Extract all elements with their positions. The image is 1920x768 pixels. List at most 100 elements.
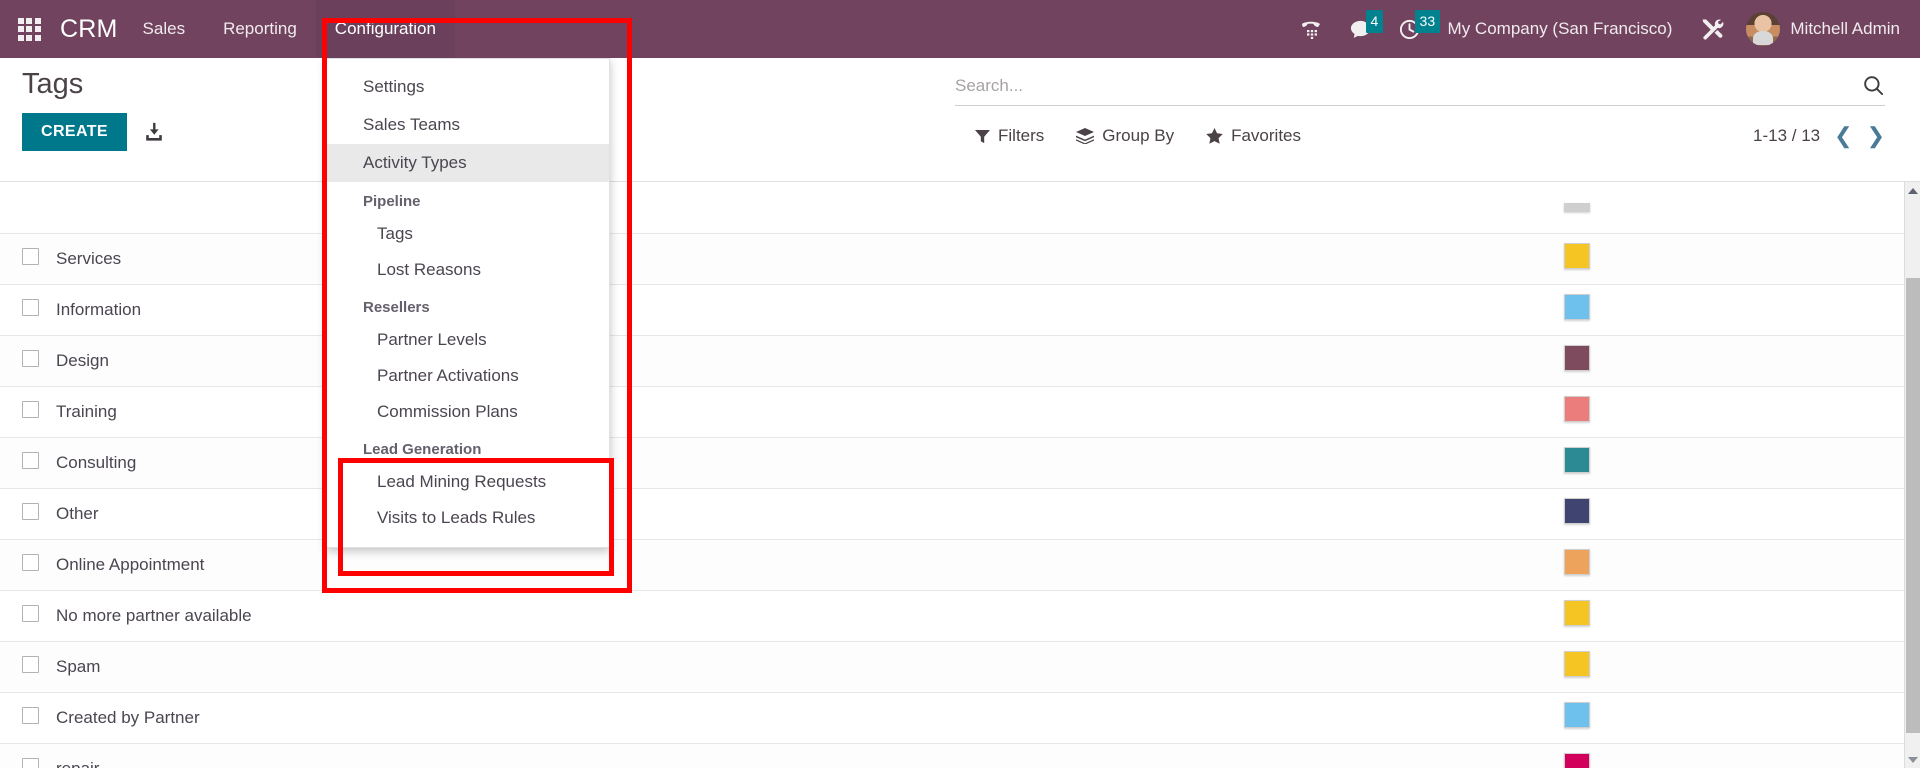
color-swatch [1564, 600, 1590, 626]
row-checkbox[interactable] [22, 247, 39, 265]
row-checkbox[interactable] [22, 400, 39, 418]
row-checkbox-cell[interactable] [0, 743, 56, 768]
row-name-cell[interactable]: Training [56, 386, 1564, 438]
color-swatch [1564, 203, 1590, 213]
row-checkbox-cell[interactable] [0, 692, 56, 744]
table-row[interactable]: Training [0, 386, 1904, 438]
dropdown-item-lead-mining-requests[interactable]: Lead Mining Requests [327, 464, 609, 500]
import-download-icon[interactable] [143, 121, 165, 143]
nav-menu-configuration[interactable]: Configuration [315, 0, 455, 58]
layers-icon [1076, 128, 1095, 144]
row-checkbox-cell[interactable] [0, 335, 56, 387]
dropdown-item-lost-reasons[interactable]: Lost Reasons [327, 252, 609, 288]
row-name-cell[interactable]: repair [56, 743, 1564, 768]
row-color-cell [1564, 437, 1904, 489]
row-name-cell[interactable]: Consulting [56, 437, 1564, 489]
row-name-cell[interactable]: Spam [56, 641, 1564, 693]
table-row[interactable]: repair [0, 743, 1904, 768]
row-checkbox[interactable] [22, 757, 39, 768]
row-checkbox-cell[interactable] [0, 182, 56, 234]
row-checkbox-cell[interactable] [0, 590, 56, 642]
row-checkbox-cell[interactable] [0, 284, 56, 336]
pager: 1-13 / 13 ❮ ❯ [1753, 125, 1885, 147]
row-checkbox-cell[interactable] [0, 437, 56, 489]
row-checkbox[interactable] [22, 604, 39, 622]
nav-menu-sales[interactable]: Sales [124, 0, 205, 58]
row-checkbox-cell[interactable] [0, 386, 56, 438]
configuration-dropdown-menu[interactable]: Settings Sales Teams Activity Types Pipelin… [326, 58, 610, 548]
row-checkbox[interactable] [22, 502, 39, 520]
row-color-cell [1564, 386, 1904, 438]
app-brand-crm[interactable]: CRM [58, 15, 124, 44]
row-checkbox[interactable] [22, 553, 39, 571]
row-checkbox[interactable] [22, 349, 39, 367]
row-color-cell [1564, 284, 1904, 336]
scroll-down-arrow[interactable] [1905, 751, 1920, 768]
color-swatch [1564, 702, 1590, 728]
pager-next-button[interactable]: ❯ [1867, 125, 1885, 147]
company-switcher[interactable]: My Company (San Francisco) [1434, 19, 1687, 39]
table-row[interactable]: Design [0, 335, 1904, 387]
row-checkbox-cell[interactable] [0, 539, 56, 591]
row-checkbox[interactable] [22, 298, 39, 316]
search-row [955, 74, 1885, 106]
table-row[interactable]: Information [0, 284, 1904, 336]
table-row[interactable]: Other [0, 488, 1904, 540]
row-name-cell[interactable]: Information [56, 284, 1564, 336]
table-row[interactable]: Services [0, 233, 1904, 285]
dropdown-item-settings[interactable]: Settings [327, 68, 609, 106]
row-checkbox-cell[interactable] [0, 488, 56, 540]
favorites-button[interactable]: Favorites [1206, 126, 1301, 146]
filters-label: Filters [998, 126, 1045, 145]
messages-counter[interactable]: 4 [1336, 0, 1385, 58]
row-name-cell[interactable]: Created by Partner [56, 692, 1564, 744]
create-button[interactable]: CREATE [22, 113, 127, 151]
search-input[interactable] [955, 75, 1852, 96]
dropdown-item-visits-to-leads-rules[interactable]: Visits to Leads Rules [327, 500, 609, 536]
table-row[interactable]: Consulting [0, 437, 1904, 489]
table-row[interactable]: Spam [0, 641, 1904, 693]
table-row[interactable]: Online Appointment [0, 539, 1904, 591]
table-row[interactable]: Created by Partner [0, 692, 1904, 744]
row-name-cell[interactable]: No more partner available [56, 590, 1564, 642]
row-name-cell [56, 182, 1564, 234]
pager-previous-button[interactable]: ❮ [1834, 125, 1852, 147]
search-magnifier-icon[interactable] [1852, 74, 1885, 97]
dropdown-section-header: Pipeline [363, 193, 421, 210]
row-name-cell[interactable]: Design [56, 335, 1564, 387]
row-checkbox[interactable] [22, 451, 39, 469]
color-swatch [1564, 447, 1590, 473]
scrollbar-thumb[interactable] [1906, 278, 1920, 733]
table-row-partial[interactable] [0, 182, 1904, 234]
tags-list-container: Services Information Design Training Consult… [0, 182, 1904, 768]
user-menu[interactable]: Mitchell Admin [1738, 12, 1920, 46]
filters-button[interactable]: Filters [975, 126, 1044, 146]
control-panel-left: Tags CREATE [22, 64, 165, 151]
vertical-scrollbar[interactable] [1904, 182, 1920, 768]
row-checkbox[interactable] [22, 706, 39, 724]
dropdown-item-sales-teams[interactable]: Sales Teams [327, 106, 609, 144]
dropdown-item-commission-plans[interactable]: Commission Plans [327, 394, 609, 430]
activities-counter[interactable]: 33 [1385, 0, 1441, 58]
row-checkbox[interactable] [22, 655, 39, 673]
dialpad-phone-icon[interactable] [1286, 0, 1336, 58]
nav-menu-reporting[interactable]: Reporting [204, 0, 316, 58]
dropdown-item-tags[interactable]: Tags [327, 216, 609, 252]
dropdown-item-partner-activations[interactable]: Partner Activations [327, 358, 609, 394]
row-name-cell[interactable]: Services [56, 233, 1564, 285]
dropdown-item-partner-levels[interactable]: Partner Levels [327, 322, 609, 358]
color-swatch [1564, 753, 1590, 768]
control-panel: Tags CREATE F [0, 58, 1920, 182]
row-checkbox-cell[interactable] [0, 641, 56, 693]
row-checkbox-cell[interactable] [0, 233, 56, 285]
apps-grid-icon[interactable] [0, 0, 58, 58]
scroll-up-arrow[interactable] [1905, 182, 1920, 199]
dropdown-item-activity-types[interactable]: Activity Types [327, 144, 609, 182]
avatar [1746, 12, 1781, 46]
table-row[interactable]: No more partner available [0, 590, 1904, 642]
row-name-cell[interactable]: Other [56, 488, 1564, 540]
group-by-button[interactable]: Group By [1076, 126, 1174, 146]
row-name-cell[interactable]: Online Appointment [56, 539, 1564, 591]
tags-table-body: Services Information Design Training Consult… [0, 182, 1904, 768]
wrench-screwdriver-icon[interactable] [1686, 0, 1738, 58]
